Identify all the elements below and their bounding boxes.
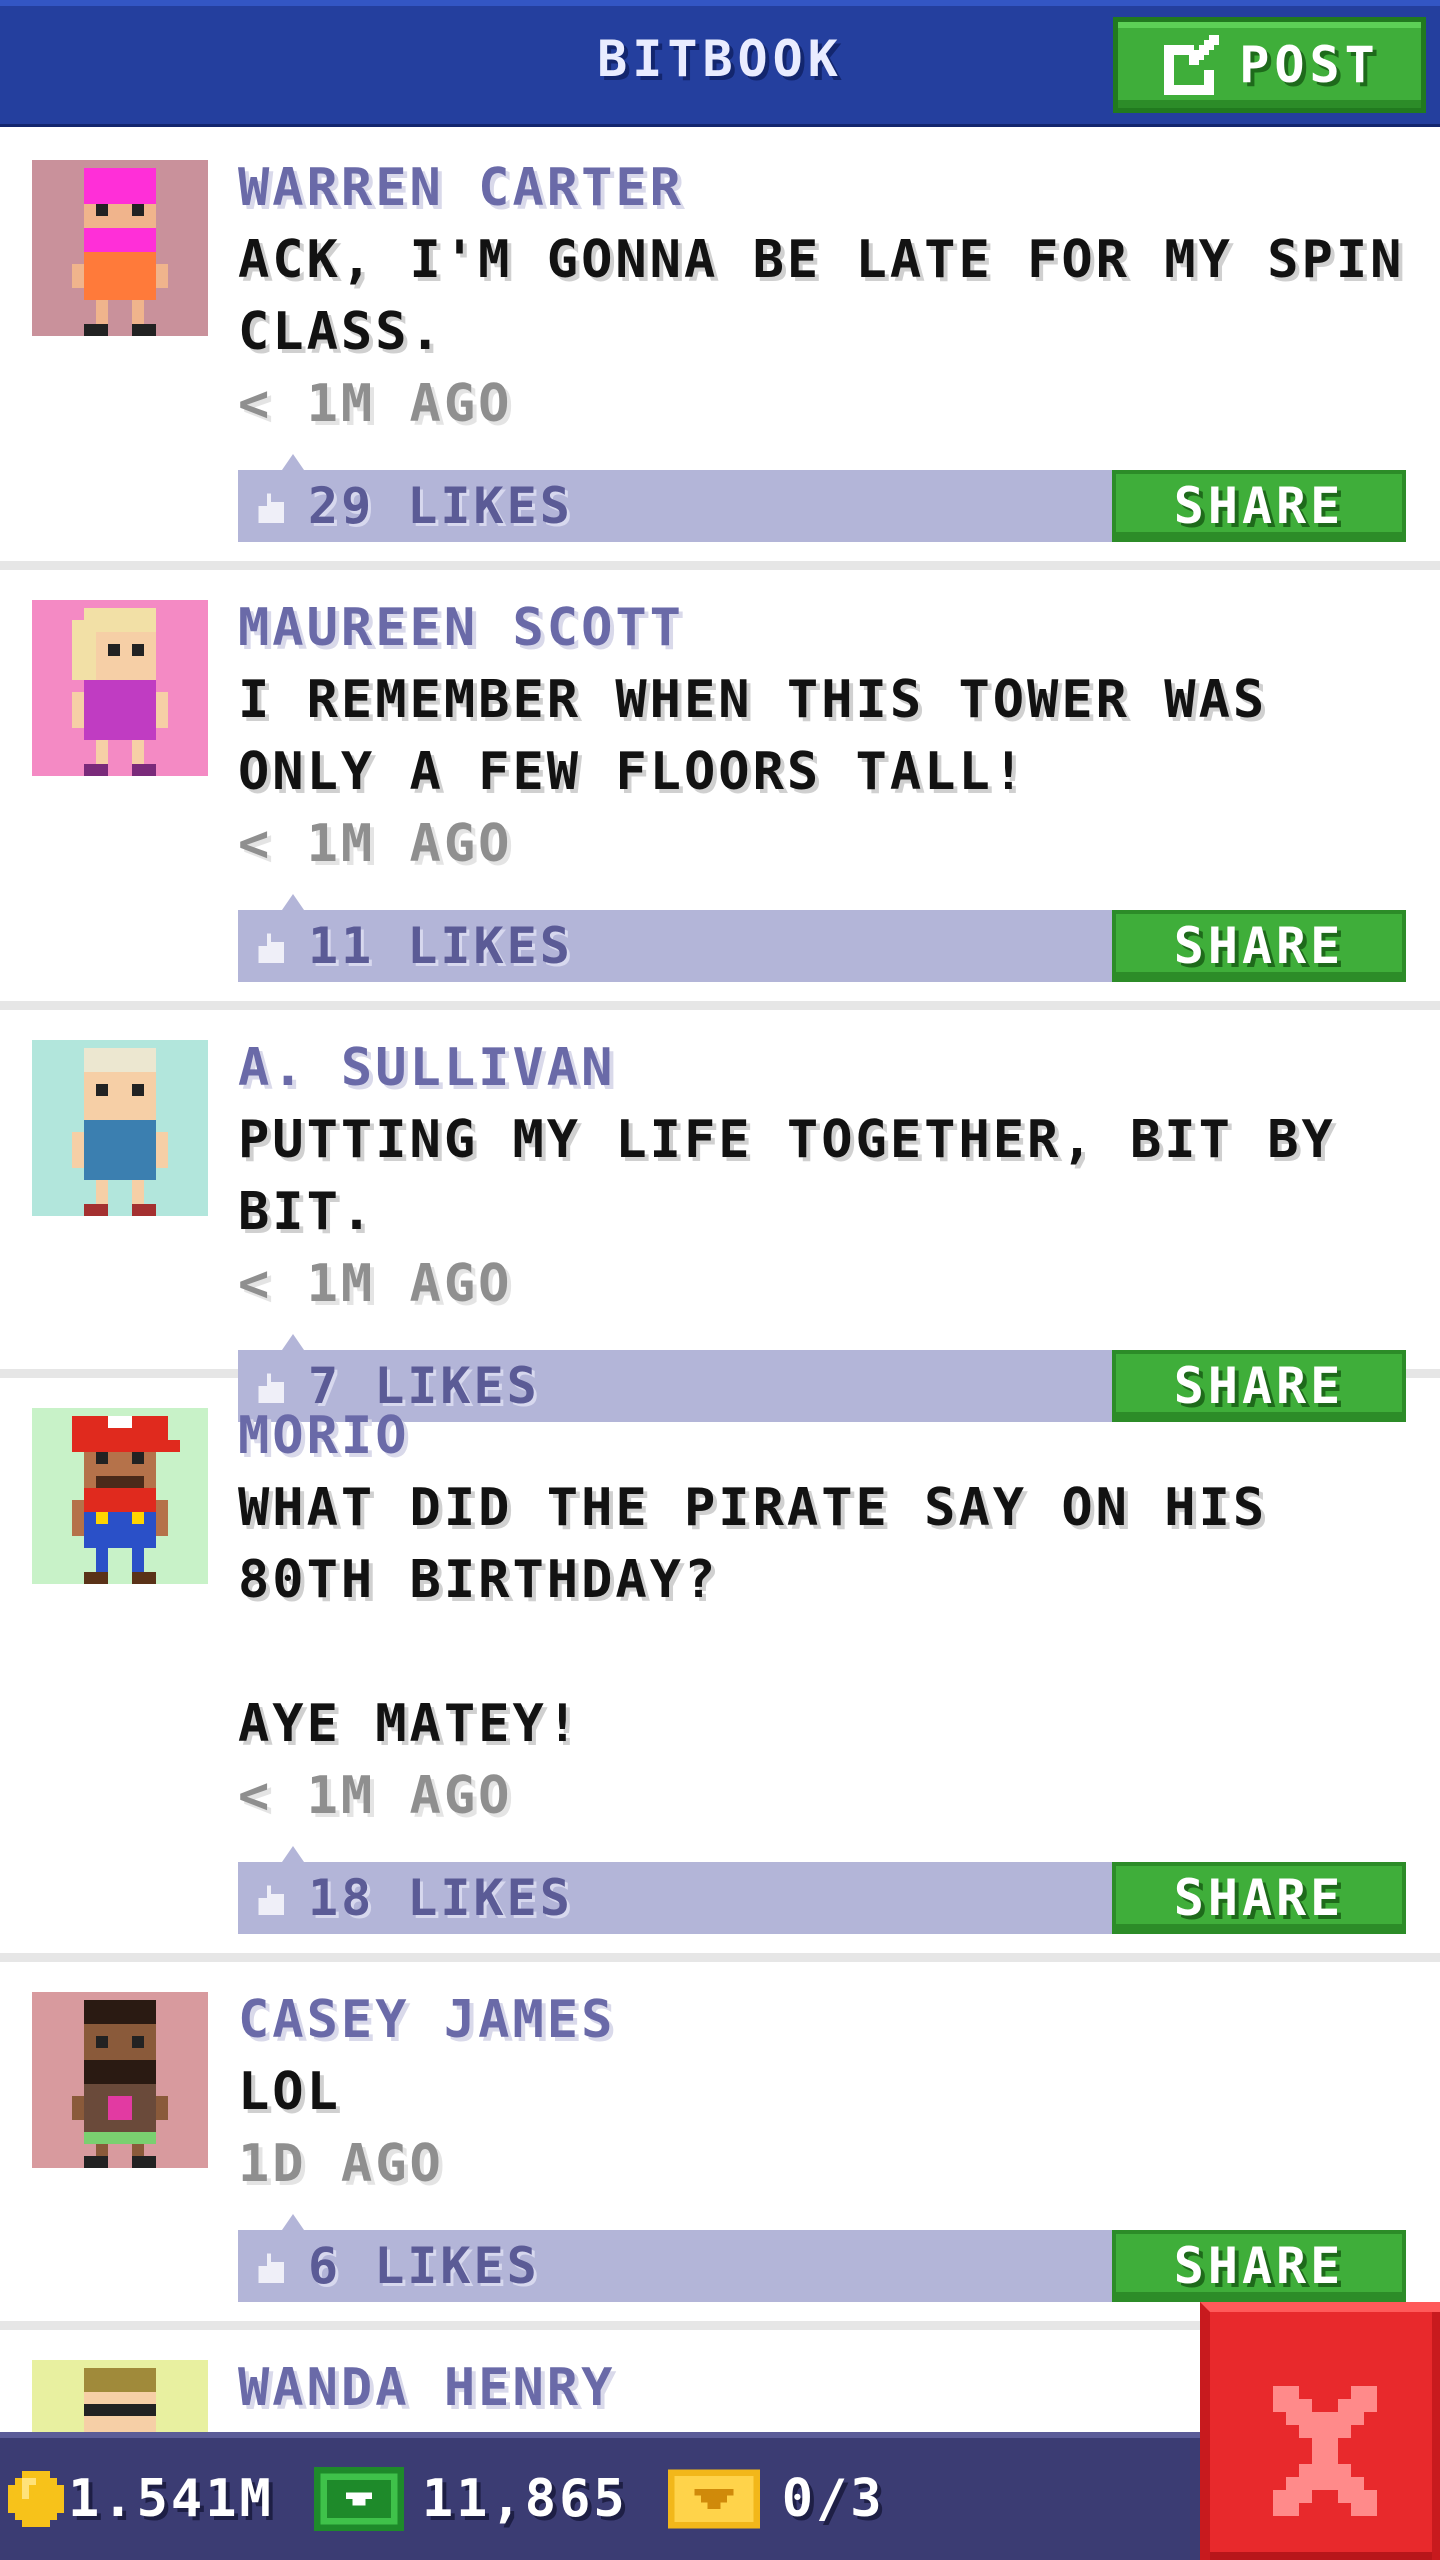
post-author[interactable]: A. SULLIVAN <box>238 1032 1416 1104</box>
bux-stat[interactable]: 11,865 <box>314 2467 628 2531</box>
post-message: LOL <box>238 2062 341 2122</box>
like-count-label: 29 LIKES <box>308 477 573 535</box>
thumbs-up-icon <box>258 933 284 963</box>
tickets-stat[interactable]: 0/3 <box>667 2469 885 2529</box>
feed-post: MORIO WHAT DID THE PIRATE SAY ON HIS 80T… <box>0 1378 1440 1962</box>
post-time: < 1M AGO <box>238 1766 513 1826</box>
cash-icon <box>314 2467 404 2531</box>
bux-value: 11,865 <box>421 2469 628 2529</box>
feed[interactable]: WARREN CARTER ACK, I'M GONNA BE LATE FOR… <box>0 130 1440 2560</box>
top-bar: BITBOOK POST <box>0 0 1440 127</box>
ticket-icon <box>667 2469 760 2529</box>
close-icon <box>1273 2386 1377 2516</box>
post-button-label: POST <box>1239 36 1380 94</box>
post-author[interactable]: MORIO <box>238 1400 1416 1472</box>
feed-post: CASEY JAMES LOL 1D AGO 6 LIKES SHARE <box>0 1962 1440 2330</box>
post-time: 1D AGO <box>238 2134 444 2194</box>
thumbs-up-icon <box>258 1885 284 1915</box>
post-author[interactable]: CASEY JAMES <box>238 1984 1416 2056</box>
likes-bar: 11 LIKES SHARE <box>238 910 1406 982</box>
avatar[interactable] <box>32 1992 208 2168</box>
close-button[interactable] <box>1200 2302 1440 2560</box>
avatar[interactable] <box>32 600 208 776</box>
like-count[interactable]: 18 LIKES <box>254 1862 573 1934</box>
post-message: I REMEMBER WHEN THIS TOWER WAS ONLY A FE… <box>238 670 1268 802</box>
bitizen-avatar-icon <box>72 608 168 776</box>
likes-bar: 18 LIKES SHARE <box>238 1862 1406 1934</box>
share-button[interactable]: SHARE <box>1112 910 1406 982</box>
bitizen-avatar-icon <box>72 1416 180 1584</box>
like-count-label: 6 LIKES <box>308 2237 540 2295</box>
likes-bar: 29 LIKES SHARE <box>238 470 1406 542</box>
like-count[interactable]: 29 LIKES <box>254 470 573 542</box>
post-button[interactable]: POST <box>1113 17 1426 113</box>
like-count[interactable]: 6 LIKES <box>254 2230 540 2302</box>
bitizen-avatar-icon <box>72 2000 168 2168</box>
post-message: WHAT DID THE PIRATE SAY ON HIS 80TH BIRT… <box>238 1478 1268 1754</box>
feed-post: A. SULLIVAN PUTTING MY LIFE TOGETHER, BI… <box>0 1010 1440 1422</box>
post-time: < 1M AGO <box>238 814 513 874</box>
like-count[interactable]: 11 LIKES <box>254 910 573 982</box>
like-count-label: 11 LIKES <box>308 917 573 975</box>
share-button[interactable]: SHARE <box>1112 2230 1406 2302</box>
like-count-label: 18 LIKES <box>308 1869 573 1927</box>
coin-icon <box>8 2471 64 2527</box>
bitizen-avatar-icon <box>72 168 168 336</box>
post-time: < 1M AGO <box>238 1254 513 1314</box>
feed-post: WARREN CARTER ACK, I'M GONNA BE LATE FOR… <box>0 130 1440 570</box>
edit-icon <box>1164 35 1220 95</box>
feed-post: MAUREEN SCOTT I REMEMBER WHEN THIS TOWER… <box>0 570 1440 1010</box>
share-button[interactable]: SHARE <box>1112 470 1406 542</box>
coins-value: 1.541M <box>68 2469 274 2529</box>
avatar[interactable] <box>32 1408 208 1584</box>
thumbs-up-icon <box>258 2253 284 2283</box>
post-author[interactable]: WARREN CARTER <box>238 152 1416 224</box>
post-message: ACK, I'M GONNA BE LATE FOR MY SPIN CLASS… <box>238 230 1405 362</box>
thumbs-up-icon <box>258 493 284 523</box>
tickets-value: 0/3 <box>781 2469 885 2529</box>
avatar[interactable] <box>32 160 208 336</box>
post-time: < 1M AGO <box>238 374 513 434</box>
coins-stat[interactable]: 1.541M <box>8 2469 274 2529</box>
post-message: PUTTING MY LIFE TOGETHER, BIT BY BIT. <box>238 1110 1336 1242</box>
likes-bar: 6 LIKES SHARE <box>238 2230 1406 2302</box>
share-button[interactable]: SHARE <box>1112 1862 1406 1934</box>
avatar[interactable] <box>32 1040 208 1216</box>
post-author[interactable]: MAUREEN SCOTT <box>238 592 1416 664</box>
bitizen-avatar-icon <box>72 1048 168 1216</box>
